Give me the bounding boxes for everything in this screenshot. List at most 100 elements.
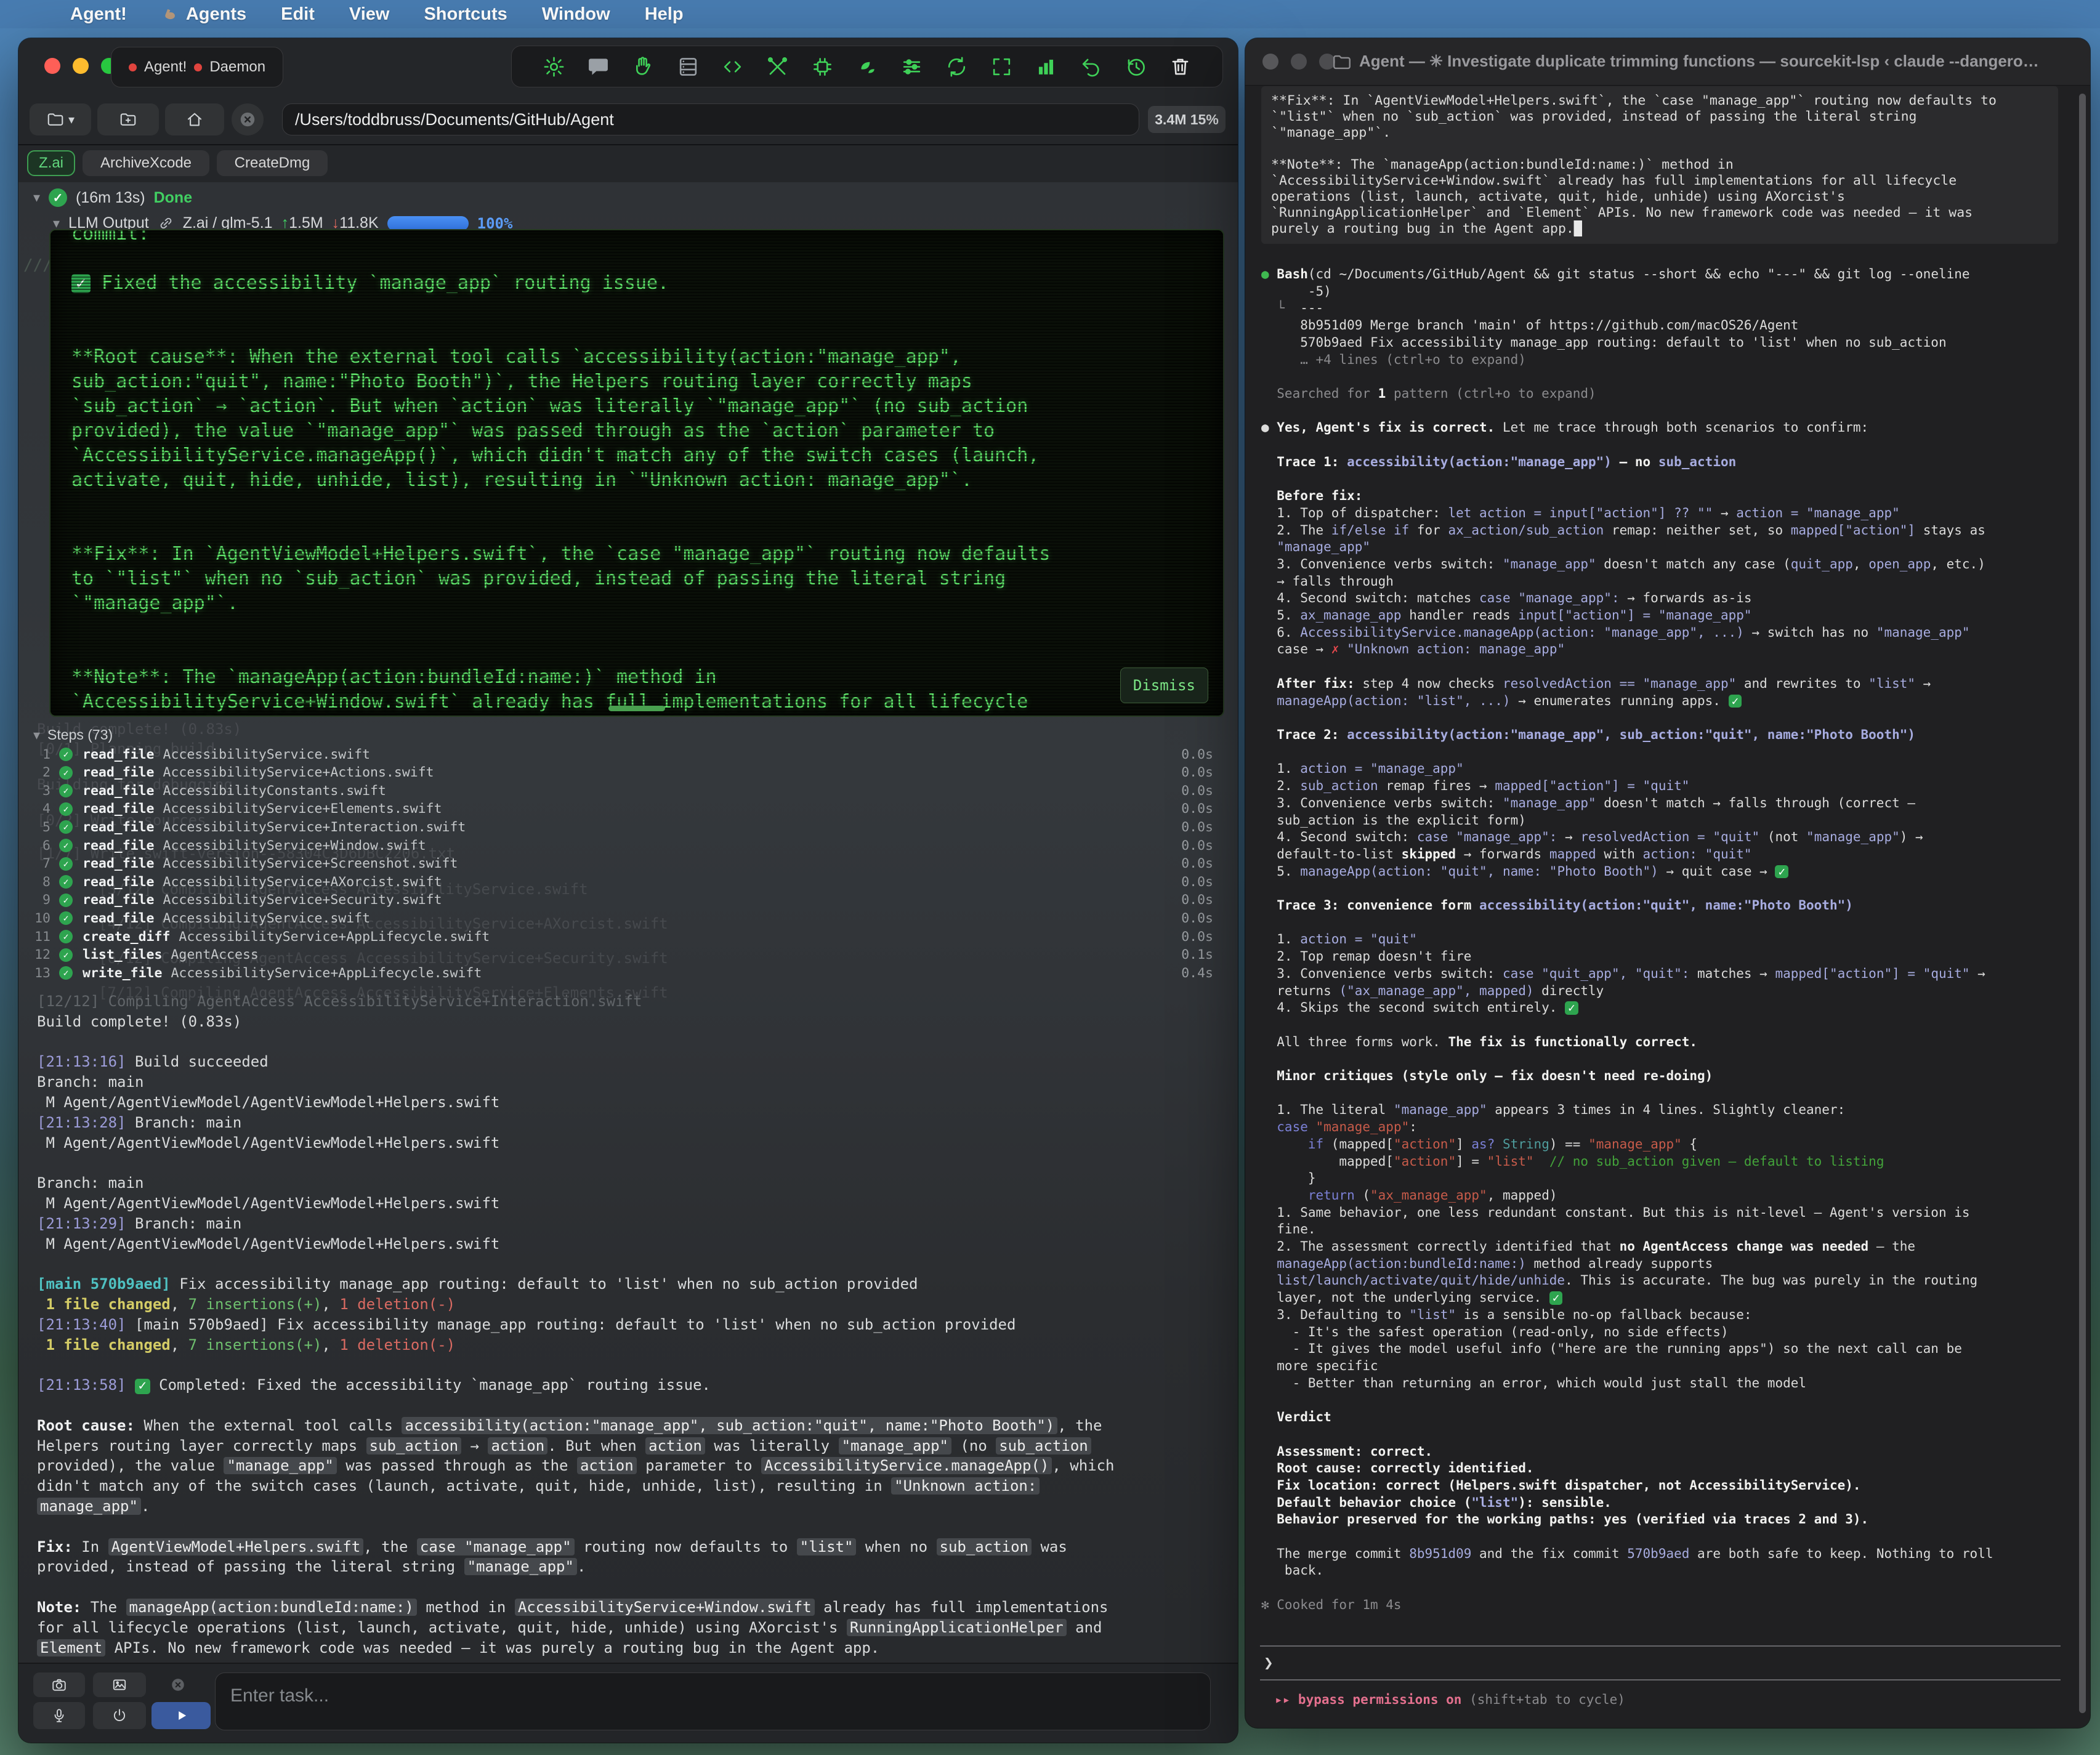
server-icon[interactable]: [677, 55, 700, 78]
terminal-line: case "manage_app":: [1261, 1119, 2074, 1136]
step-row[interactable]: 3✓read_fileAccessibilityConstants.swift0…: [18, 781, 1238, 800]
folder-menu-button[interactable]: ▾: [30, 103, 91, 135]
step-row[interactable]: 10✓read_fileAccessibilityService.swift0.…: [18, 909, 1238, 927]
close-button[interactable]: [44, 58, 60, 74]
toolbar: [511, 46, 1223, 87]
leaf-icon[interactable]: [856, 55, 879, 78]
refresh-icon[interactable]: [945, 55, 968, 78]
menu-item-help[interactable]: Help: [645, 4, 684, 25]
menu-item-edit[interactable]: Edit: [281, 4, 315, 25]
terminal-line: [1261, 914, 2074, 932]
build-log: [12/12] Compiling AgentAccess Accessibil…: [37, 991, 1115, 1658]
step-number: 2: [18, 765, 50, 780]
step-row[interactable]: 5✓read_fileAccessibilityService+Interact…: [18, 818, 1238, 836]
chat-icon[interactable]: [587, 55, 610, 78]
tab-zai[interactable]: Z.ai: [27, 150, 75, 176]
step-row[interactable]: 13✓write_fileAccessibilityService+AppLif…: [18, 964, 1238, 982]
photos-icon: [111, 1677, 127, 1693]
step-duration: 0.1s: [1181, 947, 1213, 962]
tab-createdmg[interactable]: CreateDmg: [217, 150, 328, 176]
terminal-line: Searched for 1 pattern (ctrl+o to expand…: [1261, 385, 2074, 403]
prompt-caret[interactable]: ❯: [1264, 1654, 1274, 1672]
terminal-line: sub_action is the explicit form): [1261, 812, 2074, 829]
step-number: 3: [18, 783, 50, 799]
step-row[interactable]: 11✓create_diffAccessibilityService+AppLi…: [18, 927, 1238, 946]
session-pill[interactable]: Agent! Daemon: [111, 47, 283, 87]
terminal-line: `"manage_app"`.: [1271, 125, 2048, 141]
clear-path-button[interactable]: [232, 103, 264, 135]
dismiss-button[interactable]: Dismiss: [1120, 668, 1208, 703]
terminal-line: didn't match any of the switch cases (la…: [37, 1476, 1115, 1496]
menu-item-window[interactable]: Window: [542, 4, 610, 25]
code-icon[interactable]: [721, 55, 744, 78]
close-button[interactable]: [1262, 54, 1278, 70]
terminal-line: 4. Second switch: case "manage_app": → r…: [1261, 829, 2074, 846]
menu-item-view[interactable]: View: [349, 4, 390, 25]
step-row[interactable]: 8✓read_fileAccessibilityService+AXorcist…: [18, 873, 1238, 891]
menu-item-agents[interactable]: Agents: [161, 4, 246, 25]
x-circle-icon: [170, 1677, 186, 1693]
minimize-button[interactable]: [1291, 54, 1307, 70]
crt-scrollbar[interactable]: [608, 706, 665, 711]
terminal-line: Assessment: correct.: [1261, 1443, 2074, 1461]
step-row[interactable]: 9✓read_fileAccessibilityService+Security…: [18, 891, 1238, 910]
terminal-line: - It's the safest operation (read-only, …: [1261, 1324, 2074, 1341]
terminal-line: [21:13:29] Branch: main: [37, 1214, 1115, 1234]
terminal-line: 4. Skips the second switch entirely. ✓: [1261, 999, 2074, 1017]
terminal-line: Before fix:: [1261, 488, 2074, 505]
terminal-line: [1261, 1426, 2074, 1443]
trash-icon[interactable]: [1169, 55, 1192, 78]
step-row[interactable]: 1✓read_fileAccessibilityService.swift0.0…: [18, 745, 1238, 764]
terminal-scrollbar[interactable]: [2079, 94, 2086, 1713]
run-header[interactable]: ▾ ✓ (16m 13s) Done: [33, 188, 192, 207]
step-duration: 0.0s: [1181, 747, 1213, 762]
menu-item-agent[interactable]: Agent!: [70, 4, 127, 25]
terminal-line: └ ---: [1261, 300, 2074, 317]
step-row[interactable]: 6✓read_fileAccessibilityService+Window.s…: [18, 836, 1238, 855]
gear-icon[interactable]: [543, 55, 565, 78]
step-row[interactable]: 2✓read_fileAccessibilityService+Actions.…: [18, 764, 1238, 782]
screenshot-button[interactable]: [33, 1672, 85, 1697]
tools-icon[interactable]: [766, 55, 789, 78]
terminal-line: [1261, 1085, 2074, 1102]
terminal-line: Fix location: correct (Helpers.swift dis…: [1261, 1477, 2074, 1495]
stop-button[interactable]: [93, 1702, 146, 1729]
terminal-title: Agent — ✳ Investigate duplicate trimming…: [1359, 52, 2067, 71]
steps-title: Steps (73): [47, 727, 113, 743]
sliders-icon[interactable]: [900, 55, 923, 78]
step-row[interactable]: 4✓read_fileAccessibilityService+Elements…: [18, 800, 1238, 818]
step-file: AccessibilityService.swift: [163, 747, 371, 762]
hand-icon[interactable]: [632, 55, 655, 78]
check-circle-icon: ✓: [59, 966, 73, 980]
undo-icon[interactable]: [1080, 55, 1102, 78]
chip-icon[interactable]: [811, 55, 834, 78]
terminal-line: mapped["action"] = "list" // no sub_acti…: [1261, 1153, 2074, 1171]
chart-icon[interactable]: [1035, 55, 1057, 78]
x-circle-icon: [238, 110, 257, 129]
check-circle-icon: ✓: [59, 930, 73, 943]
expand-icon[interactable]: [990, 55, 1013, 78]
step-row[interactable]: 7✓read_fileAccessibilityService+Screensh…: [18, 855, 1238, 873]
tab-archivexcode[interactable]: ArchiveXcode: [83, 150, 209, 176]
step-number: 1: [18, 747, 50, 762]
run-task-button[interactable]: [151, 1702, 211, 1729]
terminal-line: [71, 246, 1202, 271]
step-file: AccessibilityService+AppLifecycle.swift: [179, 929, 490, 945]
folder-icon: [46, 110, 65, 129]
terminal-line: Build complete! (0.83s): [37, 1012, 1115, 1032]
steps-header[interactable]: ▾ Steps (73): [33, 727, 113, 743]
menu-item-shortcuts[interactable]: Shortcuts: [424, 4, 507, 25]
attach-image-button[interactable]: [93, 1672, 146, 1697]
home-button[interactable]: [165, 103, 224, 135]
voice-input-button[interactable]: [33, 1702, 85, 1729]
clear-task-button[interactable]: [164, 1672, 192, 1697]
step-row[interactable]: 12✓list_filesAgentAccess0.1s: [18, 946, 1238, 964]
terminal-line: 3. Convenience verbs switch: "manage_app…: [1261, 556, 2074, 573]
new-folder-button[interactable]: [97, 103, 159, 135]
path-input[interactable]: /Users/toddbruss/Documents/GitHub/Agent: [282, 103, 1139, 135]
task-input[interactable]: [216, 1673, 1210, 1730]
history-icon[interactable]: [1125, 55, 1147, 78]
minimize-button[interactable]: [73, 58, 89, 74]
task-input-wrap: [215, 1672, 1211, 1730]
terminal-line: After fix: step 4 now checks resolvedAct…: [1261, 676, 2074, 693]
